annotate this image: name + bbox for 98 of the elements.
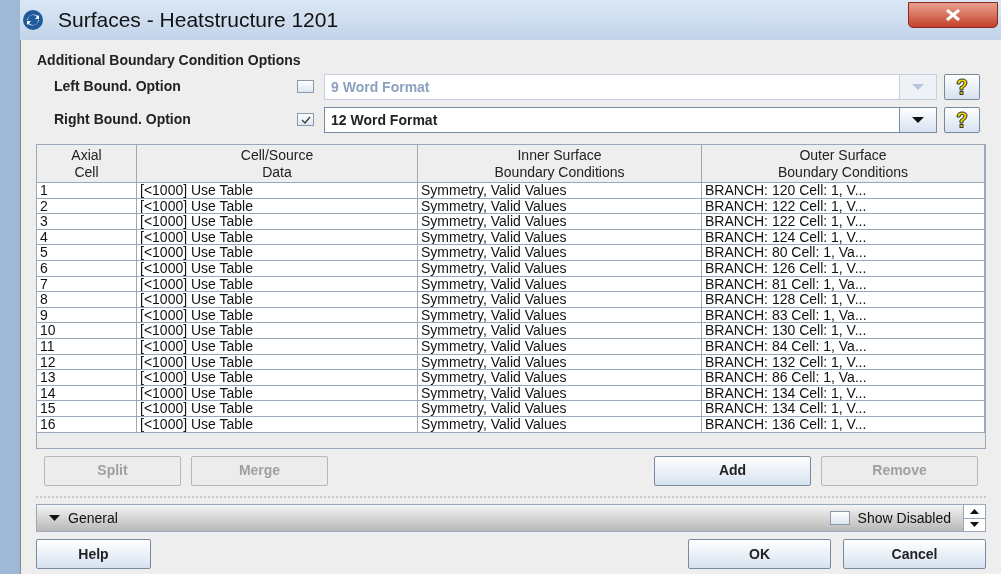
help-button[interactable]	[944, 73, 980, 100]
table-cell: BRANCH: 84 Cell: 1, Va...	[702, 338, 985, 354]
table-cell: Symmetry, Valid Values	[418, 370, 702, 385]
table-cell: Symmetry, Valid Values	[418, 214, 702, 229]
table-cell: Symmetry, Valid Values	[418, 183, 702, 198]
help-button[interactable]	[944, 106, 980, 133]
checkbox[interactable]	[829, 511, 850, 525]
table-cell: BRANCH: 136 Cell: 1, V...	[702, 416, 985, 432]
button[interactable]: Add	[654, 455, 811, 486]
table-cell: BRANCH: 83 Cell: 1, Va...	[702, 307, 985, 323]
table-cell: BRANCH: 122 Cell: 1, V...	[702, 214, 985, 229]
close-button[interactable]	[908, 2, 998, 28]
column-header[interactable]: Inner Surface Boundary Conditions	[418, 145, 702, 182]
table-cell: Symmetry, Valid Values	[418, 260, 702, 276]
table-cell: [<1000] Use Table	[137, 338, 418, 354]
table-cell: 13	[37, 370, 137, 385]
table-cell: BRANCH: 134 Cell: 1, V...	[702, 401, 985, 416]
table-cell: Symmetry, Valid Values	[418, 198, 702, 214]
caret-icon	[912, 83, 924, 90]
table-cell: 3	[37, 214, 137, 229]
table-cell: [<1000] Use Table	[137, 229, 418, 245]
table-cell: BRANCH: 80 Cell: 1, Va...	[702, 245, 985, 260]
dropdown[interactable]: 12 Word Format	[324, 106, 937, 133]
spinner[interactable]	[963, 505, 985, 531]
table-cell: [<1000] Use Table	[137, 354, 418, 370]
up-icon	[970, 508, 979, 514]
table-cell: [<1000] Use Table	[137, 370, 418, 385]
check-icon	[300, 115, 311, 124]
table-cell: Symmetry, Valid Values	[418, 401, 702, 416]
table-cell: 11	[37, 338, 137, 354]
table-cell: [<1000] Use Table	[137, 323, 418, 338]
section-label: General	[68, 508, 118, 528]
table-cell: 9	[37, 307, 137, 323]
table-cell: 8	[37, 292, 137, 307]
close-icon	[945, 9, 961, 21]
question-mark-icon	[954, 110, 970, 129]
table-cell: [<1000] Use Table	[137, 276, 418, 292]
down-icon	[970, 522, 979, 528]
table-cell: 10	[37, 323, 137, 338]
table-cell: Symmetry, Valid Values	[418, 338, 702, 354]
table-cell: 15	[37, 401, 137, 416]
section-bar[interactable]: General Show Disabled	[37, 505, 963, 531]
table-cell: [<1000] Use Table	[137, 214, 418, 229]
table-cell: 7	[37, 276, 137, 292]
table-cell: BRANCH: 132 Cell: 1, V...	[702, 354, 985, 370]
table-cell: BRANCH: 122 Cell: 1, V...	[702, 198, 985, 214]
table-cell: [<1000] Use Table	[137, 245, 418, 260]
table-cell: Symmetry, Valid Values	[418, 385, 702, 401]
question-mark-icon	[954, 77, 970, 96]
dropdown-value: 9 Word Format	[330, 77, 431, 97]
caret-icon	[49, 515, 60, 521]
caret-icon	[912, 116, 924, 123]
table-cell: BRANCH: 126 Cell: 1, V...	[702, 260, 985, 276]
table-cell: [<1000] Use Table	[137, 385, 418, 401]
table-cell: BRANCH: 81 Cell: 1, Va...	[702, 276, 985, 292]
table-cell: Symmetry, Valid Values	[418, 416, 702, 432]
table-cell: BRANCH: 86 Cell: 1, Va...	[702, 370, 985, 385]
checkbox[interactable]	[297, 113, 314, 126]
table-cell: BRANCH: 128 Cell: 1, V...	[702, 292, 985, 307]
table-cell: [<1000] Use Table	[137, 198, 418, 214]
table-cell: [<1000] Use Table	[137, 260, 418, 276]
table-cell: 12	[37, 354, 137, 370]
section-title: Additional Boundary Condition Options	[37, 51, 302, 70]
table-cell: BRANCH: 134 Cell: 1, V...	[702, 385, 985, 401]
table-cell: [<1000] Use Table	[137, 292, 418, 307]
dropdown-value: 12 Word Format	[330, 110, 439, 130]
table-cell: [<1000] Use Table	[137, 401, 418, 416]
column-header[interactable]: Outer Surface Boundary Conditions	[702, 145, 985, 182]
table-cell: Symmetry, Valid Values	[418, 323, 702, 338]
table-cell: BRANCH: 120 Cell: 1, V...	[702, 183, 985, 198]
button[interactable]: Help	[36, 539, 151, 569]
table-cell: BRANCH: 130 Cell: 1, V...	[702, 323, 985, 338]
table-cell: 2	[37, 198, 137, 214]
column-header[interactable]: Axial Cell	[37, 145, 137, 182]
button[interactable]: OK	[688, 539, 831, 569]
table-cell: 14	[37, 385, 137, 401]
table-cell: Symmetry, Valid Values	[418, 229, 702, 245]
table-cell: 5	[37, 245, 137, 260]
table-cell: 6	[37, 260, 137, 276]
option-label: Left Bound. Option	[54, 77, 182, 96]
table-cell: Symmetry, Valid Values	[418, 307, 702, 323]
checkbox-label: Show Disabled	[857, 508, 951, 528]
option-label: Right Bound. Option	[54, 110, 192, 129]
app-icon	[22, 9, 44, 31]
table-cell: 1	[37, 183, 137, 198]
window-title: Surfaces - Heatstructure 1201	[58, 7, 339, 34]
button[interactable]: Cancel	[843, 539, 986, 569]
table-cell: Symmetry, Valid Values	[418, 354, 702, 370]
table-cell: 16	[37, 416, 137, 432]
table-cell: [<1000] Use Table	[137, 183, 418, 198]
table-cell: 4	[37, 229, 137, 245]
table-cell: Symmetry, Valid Values	[418, 245, 702, 260]
table-cell: Symmetry, Valid Values	[418, 292, 702, 307]
column-header[interactable]: Cell/Source Data	[137, 145, 418, 182]
table-cell: [<1000] Use Table	[137, 416, 418, 432]
table-cell: [<1000] Use Table	[137, 307, 418, 323]
table-cell: Symmetry, Valid Values	[418, 276, 702, 292]
table-cell: BRANCH: 124 Cell: 1, V...	[702, 229, 985, 245]
